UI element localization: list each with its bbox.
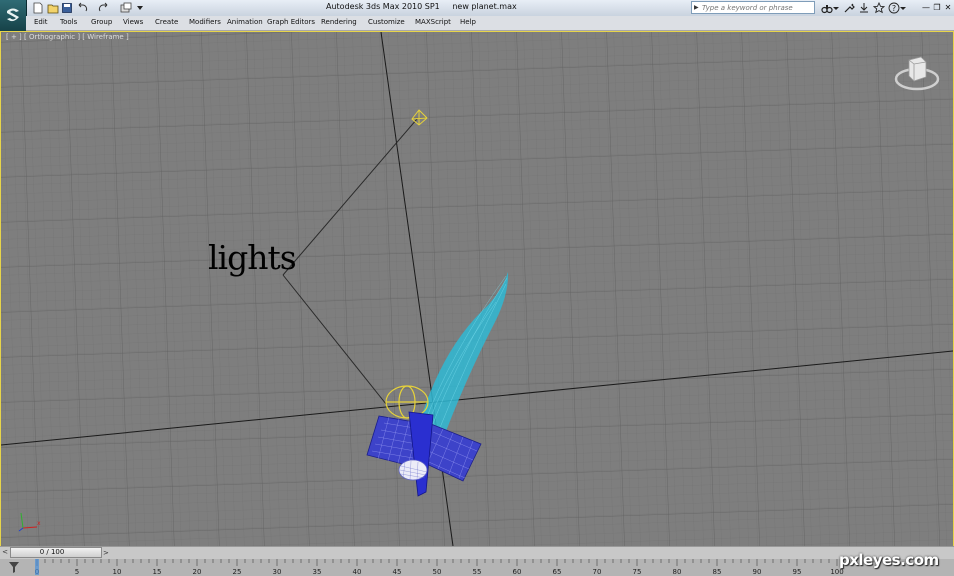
new-file-icon[interactable] [32,2,44,14]
ruler-tick-label: 95 [793,568,802,576]
menu-views[interactable]: Views [123,18,143,26]
ruler-tick-label: 35 [313,568,322,576]
arrow-right-icon[interactable]: > [103,549,109,558]
menu-bar: Edit Tools Group Views Create Modifiers … [26,16,954,31]
3dsmax-logo-icon[interactable] [0,0,27,31]
favorites-star-icon[interactable] [873,2,885,14]
ruler-tick-label: 25 [233,568,242,576]
menu-customize[interactable]: Customize [368,18,405,26]
window-title: Autodesk 3ds Max 2010 SP1 new planet.max [326,2,527,11]
undo-icon[interactable] [77,2,89,14]
menu-modifiers[interactable]: Modifiers [189,18,221,26]
minimize-icon[interactable]: — [921,2,931,13]
ruler-tick-label: 20 [193,568,202,576]
annotation-label: lights [208,238,297,277]
svg-text:x: x [37,520,41,527]
viewcube-icon[interactable] [893,52,941,94]
subscription-icon[interactable] [858,2,870,14]
menu-rendering[interactable]: Rendering [321,18,357,26]
project-folder-icon[interactable] [120,2,132,14]
restore-icon[interactable]: ❐ [932,2,942,13]
menu-animation[interactable]: Animation [227,18,263,26]
ruler-tick-label: 85 [713,568,722,576]
menu-create[interactable]: Create [155,18,178,26]
ruler-tick-label: 65 [553,568,562,576]
ruler-tick-label: 75 [633,568,642,576]
menu-graph-editors[interactable]: Graph Editors [267,18,315,26]
axis-tripod-icon: x [18,512,41,532]
menu-group[interactable]: Group [91,18,112,26]
menu-help[interactable]: Help [460,18,476,26]
file-name: new planet.max [452,2,517,11]
communication-center-icon[interactable] [843,2,855,14]
help-dropdown-icon[interactable] [899,2,907,14]
ruler-tick-label: 40 [353,568,362,576]
ruler-tick-label: 10 [113,568,122,576]
save-icon[interactable] [61,2,73,14]
ruler-tick-label: 90 [753,568,762,576]
search-expand-icon[interactable]: ▶ [694,4,699,11]
ruler-tick-label: 50 [433,568,442,576]
ruler-tick-label: 45 [393,568,402,576]
svg-text:?: ? [892,4,896,13]
current-frame-marker[interactable] [35,559,39,575]
ruler-tick-label: 55 [473,568,482,576]
time-slider-bar: < 0 / 100 > [0,546,954,559]
ruler-tick-label: 70 [593,568,602,576]
search-input[interactable] [702,2,812,13]
time-slider[interactable]: 0 / 100 > [10,547,109,558]
ruler-tick-label: 5 [75,568,79,576]
watermark: pxleyes.com [839,551,939,569]
frame-ruler[interactable]: 0510152025303540455055606570758085909510… [22,559,954,576]
redo-icon[interactable] [97,2,109,14]
app-name: Autodesk 3ds Max 2010 SP1 [326,2,440,11]
viewport-label-menu[interactable]: [ + ] [ Orthographic ] [ Wireframe ] [6,33,129,41]
search-options-dropdown-icon[interactable] [832,2,840,14]
ruler-tick-label: 30 [273,568,282,576]
menu-maxscript[interactable]: MAXScript [415,18,451,26]
filter-icon[interactable] [8,561,20,574]
title-bar: Autodesk 3ds Max 2010 SP1 new planet.max… [0,0,954,16]
search-box[interactable]: ▶ [691,1,815,14]
time-slider-label: 0 / 100 [39,548,65,556]
close-icon[interactable]: ✕ [943,2,953,13]
ruler-tick-label: 100 [830,568,843,576]
arrow-left-icon[interactable]: < [0,547,10,558]
menu-tools[interactable]: Tools [60,18,77,26]
quick-access-dropdown-icon[interactable] [134,2,146,14]
menu-edit[interactable]: Edit [34,18,48,26]
ruler-tick-label: 15 [153,568,162,576]
track-bar[interactable]: 0510152025303540455055606570758085909510… [0,559,954,576]
ruler-tick-label: 60 [513,568,522,576]
viewport-grid [1,32,953,546]
ruler-tick-label: 80 [673,568,682,576]
perspective-viewport[interactable]: [ + ] [ Orthographic ] [ Wireframe ] lig… [0,31,954,547]
open-file-icon[interactable] [47,2,59,14]
